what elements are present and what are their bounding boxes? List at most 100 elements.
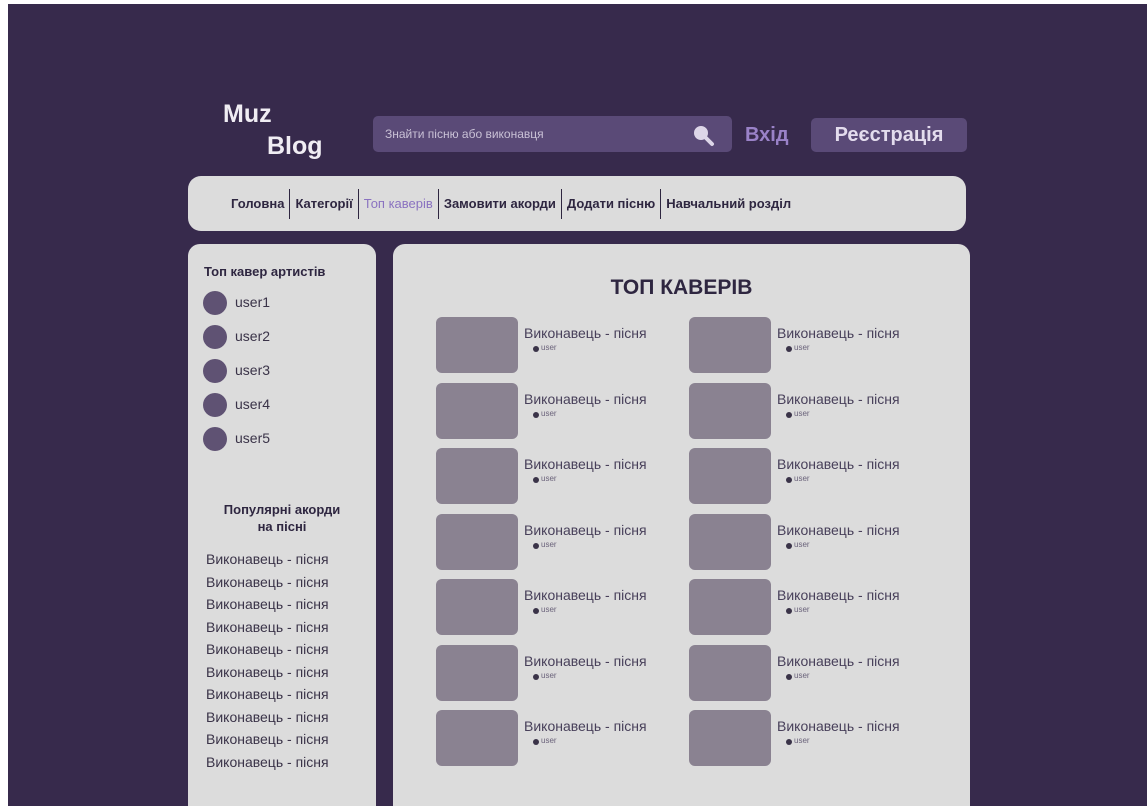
popular-chords-title: Популярні акорди на пісні xyxy=(188,501,376,535)
user-dot-icon xyxy=(786,542,792,549)
cover-user: user xyxy=(794,474,810,483)
popular-chord-link[interactable]: Виконавець - пісня xyxy=(206,731,329,747)
cover-thumbnail xyxy=(436,448,518,504)
user-dot-icon xyxy=(786,477,792,483)
cover-card[interactable]: Виконавець - пісня user xyxy=(436,448,686,504)
top-artists-title: Топ кавер артистів xyxy=(204,264,326,279)
cover-card[interactable]: Виконавець - пісня user xyxy=(436,382,686,439)
popular-chord-link[interactable]: Виконавець - пісня xyxy=(206,709,329,725)
cover-user: user xyxy=(541,539,557,549)
cover-card[interactable]: Виконавець - пісня user xyxy=(689,644,939,701)
page-title: ТОП КАВЕРІВ xyxy=(610,276,753,299)
cover-user: user xyxy=(794,670,810,680)
user-dot-icon xyxy=(533,346,539,352)
nav-item[interactable]: Навчальний розділ xyxy=(661,189,796,219)
user-dot-icon xyxy=(533,739,539,745)
cover-thumbnail xyxy=(436,579,518,635)
cover-title: Виконавець - пісня xyxy=(524,587,647,603)
cover-user: user xyxy=(541,736,557,745)
popular-chord-link[interactable]: Виконавець - пісня xyxy=(206,596,329,612)
cover-user: user xyxy=(794,408,810,418)
nav-item[interactable]: Замовити акорди xyxy=(439,189,561,219)
sidebar: Топ кавер артистів user1 user2 user3 user4 u… xyxy=(188,244,376,806)
search-input[interactable] xyxy=(373,116,673,152)
popular-chord-link[interactable]: Виконавець - пісня xyxy=(206,686,329,702)
nav-item[interactable]: Додати пісню xyxy=(562,189,660,219)
artist-name: user4 xyxy=(235,396,271,412)
cover-card[interactable]: Виконавець - пісня user xyxy=(436,644,686,701)
main-nav: Головна Категорії Топ каверів Замовити акор… xyxy=(188,176,966,231)
nav-item[interactable]: Категорії xyxy=(290,189,357,219)
cover-card[interactable]: Виконавець - пісня user xyxy=(436,513,686,570)
cover-thumbnail xyxy=(689,710,771,766)
cover-card[interactable]: Виконавець - пісня user xyxy=(689,579,939,635)
cover-card[interactable]: Виконавець - пісня user xyxy=(689,382,939,439)
cover-title: Виконавець - пісня xyxy=(524,521,647,538)
cover-card[interactable]: Виконавець - пісня user xyxy=(689,448,939,504)
cover-title: Виконавець - пісня xyxy=(524,718,647,734)
cover-thumbnail xyxy=(689,382,771,439)
cover-card[interactable]: Виконавець - пісня user xyxy=(689,513,939,570)
cover-user: user xyxy=(541,408,557,418)
nav-item[interactable]: Головна xyxy=(226,189,289,219)
cover-card[interactable]: Виконавець - пісня user xyxy=(436,710,686,766)
cover-card[interactable]: Виконавець - пісня user xyxy=(689,710,939,766)
nav-item[interactable]: Топ каверів xyxy=(359,189,438,219)
user-dot-icon xyxy=(786,673,792,680)
cover-thumbnail xyxy=(689,644,771,701)
cover-user: user xyxy=(794,343,810,352)
cover-card[interactable]: Виконавець - пісня user xyxy=(689,317,939,373)
cover-title: Виконавець - пісня xyxy=(777,587,900,603)
cover-user: user xyxy=(541,474,557,483)
artist-name: user2 xyxy=(235,328,271,344)
popular-chords-title-line1: Популярні акорди xyxy=(223,502,341,517)
artist-name: user1 xyxy=(235,294,271,310)
cover-thumbnail xyxy=(689,513,771,570)
cover-card[interactable]: Виконавець - пісня user xyxy=(436,579,686,635)
logo-muz[interactable]: Muz xyxy=(223,100,272,128)
cover-title: Виконавець - пісня xyxy=(524,652,647,669)
search-icon[interactable] xyxy=(691,123,715,147)
user-dot-icon xyxy=(533,673,539,680)
cover-title: Виконавець - пісня xyxy=(777,325,900,341)
cover-title: Виконавець - пісня xyxy=(777,652,900,669)
user-dot-icon xyxy=(533,608,539,614)
popular-chord-link[interactable]: Виконавець - пісня xyxy=(206,619,329,635)
logo-blog[interactable]: Blog xyxy=(267,132,323,160)
page-frame: Muz Blog Вхід Реєстрація ГоловнаКатегорі… xyxy=(8,4,1147,806)
cover-card[interactable]: Виконавець - пісня user xyxy=(436,317,686,373)
login-link[interactable]: Вхід xyxy=(745,120,789,150)
cover-title: Виконавець - пісня xyxy=(524,325,647,341)
avatar xyxy=(203,427,227,451)
user-dot-icon xyxy=(533,542,539,549)
cover-title: Виконавець - пісня xyxy=(777,521,900,538)
avatar xyxy=(203,325,227,349)
cover-thumbnail xyxy=(436,317,518,373)
popular-chord-link[interactable]: Виконавець - пісня xyxy=(206,551,329,567)
cover-thumbnail xyxy=(436,513,518,570)
cover-thumbnail xyxy=(689,448,771,504)
cover-thumbnail xyxy=(689,317,771,373)
cover-user: user xyxy=(541,605,557,614)
avatar xyxy=(203,393,227,417)
cover-title: Виконавець - пісня xyxy=(777,456,900,472)
cover-title: Виконавець - пісня xyxy=(777,718,900,734)
avatar xyxy=(203,359,227,383)
cover-user: user xyxy=(794,539,810,549)
cover-thumbnail xyxy=(689,579,771,635)
popular-chord-link[interactable]: Виконавець - пісня xyxy=(206,754,329,770)
popular-chord-link[interactable]: Виконавець - пісня xyxy=(206,641,329,657)
main-content: ТОП КАВЕРІВ Виконавець - пісня user Викона… xyxy=(393,244,970,806)
user-dot-icon xyxy=(533,477,539,483)
cover-thumbnail xyxy=(436,710,518,766)
cover-title: Виконавець - пісня xyxy=(524,390,647,407)
cover-thumbnail xyxy=(436,382,518,439)
user-dot-icon xyxy=(786,411,792,418)
popular-chord-link[interactable]: Виконавець - пісня xyxy=(206,664,329,680)
register-button[interactable]: Реєстрація xyxy=(811,118,967,152)
avatar xyxy=(203,291,227,315)
popular-chord-link[interactable]: Виконавець - пісня xyxy=(206,574,329,590)
cover-user: user xyxy=(794,605,810,614)
user-dot-icon xyxy=(786,739,792,745)
user-dot-icon xyxy=(786,346,792,352)
